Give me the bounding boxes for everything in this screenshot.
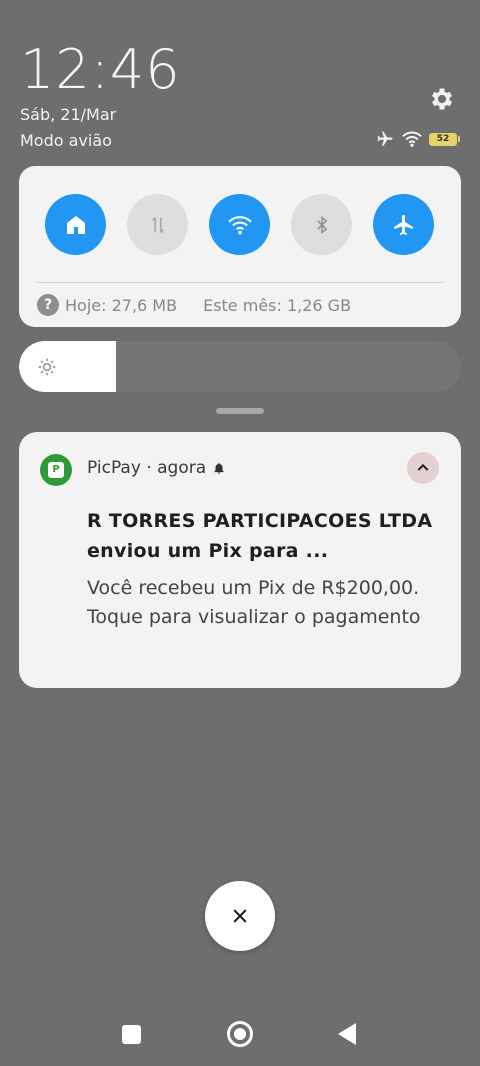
brightness-slider[interactable] xyxy=(19,341,461,392)
navigation-bar xyxy=(0,1000,480,1066)
gear-icon[interactable] xyxy=(428,85,456,113)
help-icon: ? xyxy=(37,294,59,316)
status-icons: 52 xyxy=(375,130,460,148)
home-icon xyxy=(66,215,85,234)
notification-card[interactable]: P PicPay · agora R TORRES PARTICIPACOES … xyxy=(19,432,461,688)
quick-toggles-row xyxy=(45,194,434,255)
clock: 12:46 xyxy=(20,38,181,101)
picpay-app-icon: P xyxy=(40,454,72,486)
battery-tip xyxy=(458,136,460,142)
usage-month: Este mês: 1,26 GB xyxy=(203,295,352,315)
airplane-status-icon xyxy=(377,131,393,146)
notification-title: R TORRES PARTICIPACOES LTDA enviou um Pi… xyxy=(87,510,433,562)
notification-shade: 12:46 Sáb, 21/Mar Modo avião 52 ? Hoje: … xyxy=(0,0,480,1066)
drag-handle[interactable] xyxy=(216,408,264,414)
bell-icon xyxy=(214,462,224,474)
mode-label: Modo avião xyxy=(20,131,112,150)
home-button[interactable] xyxy=(227,1021,253,1047)
wifi-toggle[interactable] xyxy=(209,194,270,255)
notification-header: PicPay · agora xyxy=(87,458,226,478)
battery-level: 52 xyxy=(429,132,457,146)
data-arrows-icon xyxy=(151,216,164,233)
airplane-toggle[interactable] xyxy=(373,194,434,255)
recents-button[interactable] xyxy=(122,1025,141,1044)
divider xyxy=(37,282,443,283)
clear-all-button[interactable] xyxy=(205,881,275,951)
usage-today: Hoje: 27,6 MB xyxy=(65,295,178,315)
quick-settings-card: ? Hoje: 27,6 MB Este mês: 1,26 GB xyxy=(19,166,461,327)
notification-body: Você recebeu um Pix de R$200,00. Toque p… xyxy=(87,577,421,628)
wifi-icon xyxy=(227,215,252,234)
mobile-data-toggle[interactable] xyxy=(127,194,188,255)
brightness-fill xyxy=(19,341,117,392)
battery-indicator: 52 xyxy=(429,132,460,146)
bluetooth-toggle[interactable] xyxy=(291,194,352,255)
bluetooth-icon xyxy=(316,215,327,234)
date-label: Sáb, 21/Mar xyxy=(20,105,117,124)
app-name-time: PicPay · agora xyxy=(87,458,207,478)
wifi-status-icon xyxy=(402,131,422,147)
home-toggle[interactable] xyxy=(45,194,106,255)
collapse-button[interactable] xyxy=(407,452,439,484)
chevron-up-icon xyxy=(417,463,429,471)
data-usage[interactable]: ? Hoje: 27,6 MB Este mês: 1,26 GB xyxy=(37,294,351,316)
close-icon xyxy=(233,909,247,923)
airplane-icon xyxy=(393,214,413,235)
sun-icon xyxy=(38,358,56,376)
back-button[interactable] xyxy=(338,1023,356,1045)
